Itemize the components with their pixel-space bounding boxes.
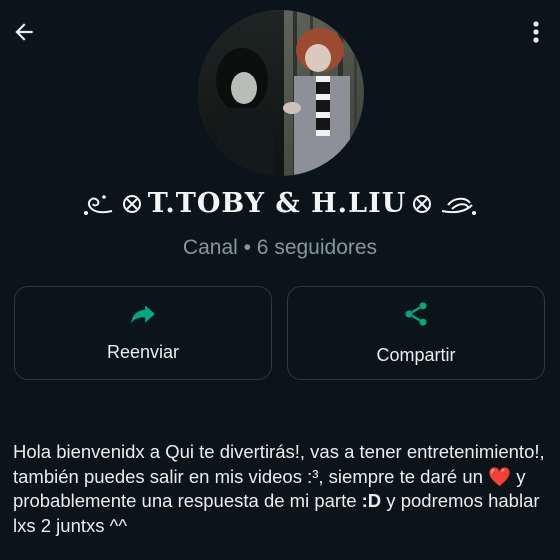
more-vertical-icon [533,20,539,48]
channel-title: T.TOBY & H.LIU [0,188,560,219]
channel-avatar[interactable] [198,10,364,176]
flower-icon [122,194,142,214]
heart-emoji: ❤️ [488,465,512,487]
description-smiley: :D [361,490,382,511]
channel-info-screen: T.TOBY & H.LIU Canal • 6 seguidores Reen… [0,0,560,560]
channel-meta: Canal • 6 seguidores [182,236,378,259]
forward-icon [130,303,156,330]
channel-name-text: T.TOBY & H.LIU [147,188,407,219]
more-options-button[interactable] [524,18,548,50]
flourish-left-icon [82,191,116,217]
flourish-right-icon [438,191,478,217]
flower-icon [412,194,432,214]
arrow-left-icon [11,19,37,50]
share-button[interactable]: Compartir [287,286,545,380]
share-icon [402,300,430,333]
description-text-1: Hola bienvenidx a Qui te divertirás!, va… [13,441,545,487]
forward-button[interactable]: Reenviar [14,286,272,380]
channel-description: Hola bienvenidx a Qui te divertirás!, va… [13,440,553,538]
back-button[interactable] [8,18,40,50]
forward-label: Reenviar [106,342,180,362]
share-label: Compartir [376,345,456,365]
